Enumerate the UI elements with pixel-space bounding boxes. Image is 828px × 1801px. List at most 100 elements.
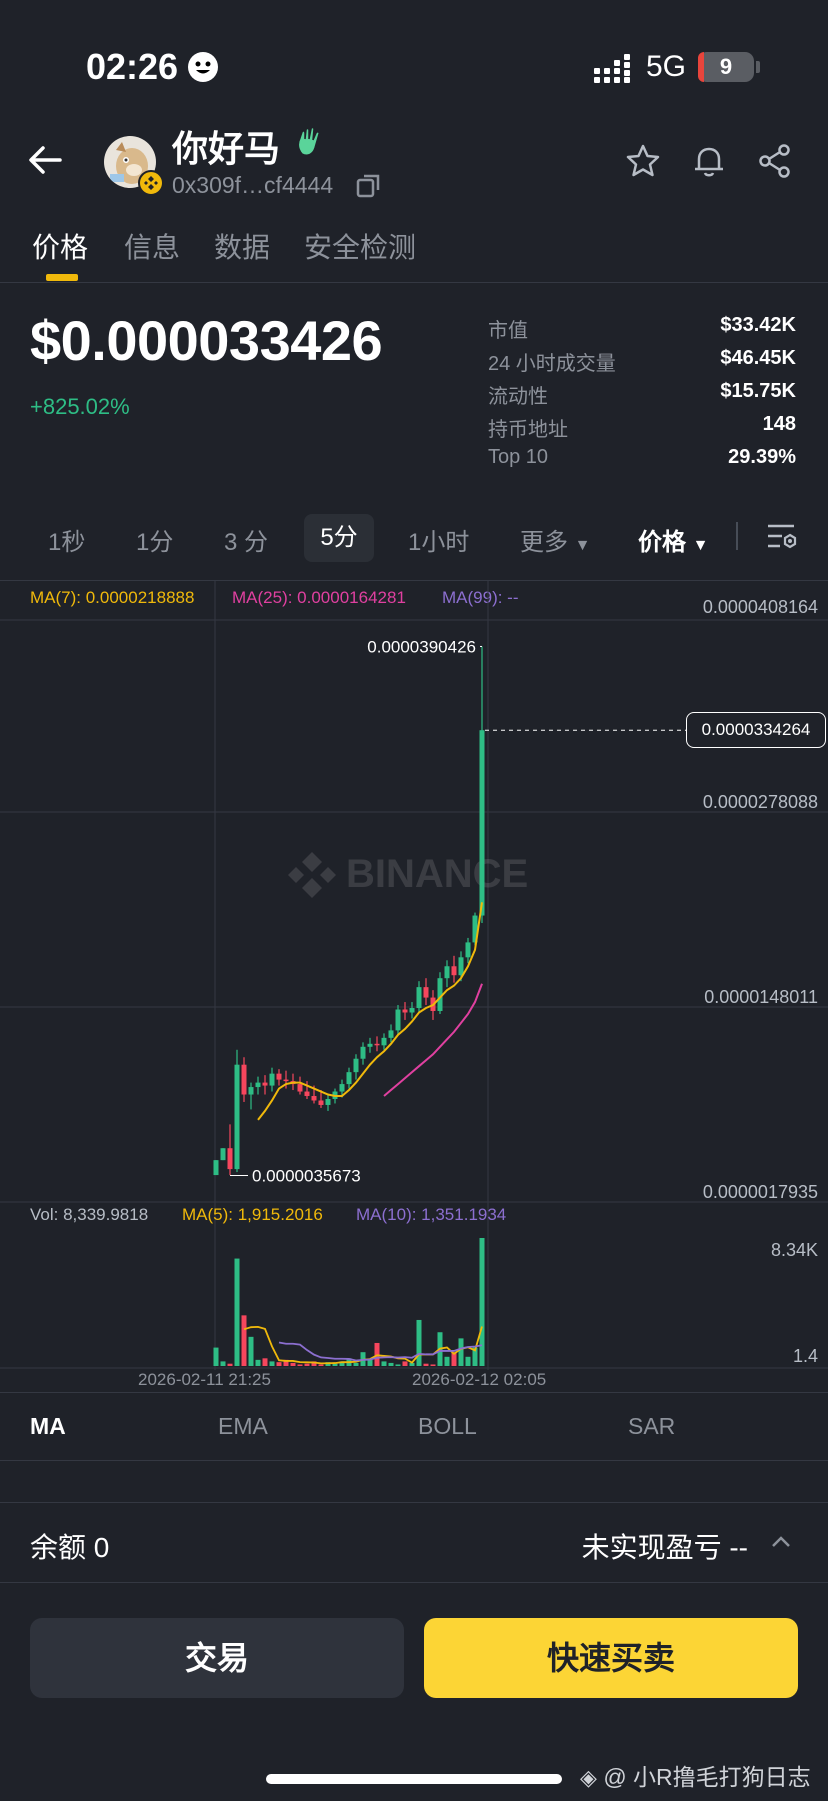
candle-body [416, 987, 422, 1009]
volume-bar [227, 1363, 233, 1366]
volume-bar [332, 1363, 338, 1366]
chevron-down-icon: ▼ [574, 537, 591, 554]
interval-5m[interactable]: 5分 [304, 514, 374, 562]
battery-icon: 9 [698, 52, 754, 82]
y-axis-label-0: 0.0000408164 [702, 597, 818, 617]
indicator-ema[interactable]: EMA [218, 1413, 268, 1440]
candle-body [241, 1064, 247, 1095]
interval-3m[interactable]: 3 分 [224, 522, 268, 557]
smiley-icon [188, 52, 218, 82]
candles-group [213, 646, 485, 1176]
volume-bar [423, 1363, 429, 1366]
price-toggle[interactable]: 价格 ▼ [638, 522, 709, 557]
watermark-caption: ◈ @ 小R撸毛打狗日志 [580, 1758, 811, 1792]
candle-body [402, 1009, 408, 1013]
interval-1m[interactable]: 1分 [136, 522, 173, 557]
chain-badge-icon [138, 170, 164, 196]
indicator-bottom-divider [0, 1460, 828, 1461]
balance-top-divider [0, 1502, 828, 1503]
volume-bar [458, 1338, 464, 1366]
stat-label-volume: 24 小时成交量 [488, 353, 616, 375]
candle-body [395, 1009, 401, 1031]
chart-settings-icon[interactable] [766, 522, 798, 552]
candle-body [458, 957, 464, 976]
volume-axis-bottom: 1.4 [792, 1346, 818, 1366]
stat-value-holders: 148 [762, 413, 796, 435]
volume-bars [213, 1238, 485, 1366]
volume-bar [318, 1364, 324, 1366]
interval-1h[interactable]: 1小时 [408, 522, 469, 557]
candle-body [444, 966, 450, 979]
share-icon[interactable] [756, 142, 794, 180]
volume-axis-top: 8.34K [770, 1240, 818, 1260]
price-change: +825.02% [30, 394, 130, 419]
volume-legend: Vol: 8,339.9818 [30, 1205, 149, 1224]
star-icon[interactable] [624, 142, 662, 180]
volume-ma10-legend: MA(10): 1,351.1934 [356, 1205, 507, 1224]
watermark-text: BINANCE [346, 852, 528, 896]
bell-icon[interactable] [690, 142, 728, 180]
watermark-logo-icon: ◈ [580, 1765, 597, 1790]
candle-body [248, 1087, 254, 1095]
tab-security[interactable]: 安全检测 [304, 226, 416, 266]
candle-body [374, 1043, 380, 1046]
candle-body [220, 1148, 226, 1161]
indicator-ma[interactable]: MA [30, 1413, 66, 1440]
candle-body [311, 1096, 317, 1101]
contract-address: 0x309f…cf4444 [172, 172, 334, 198]
volume-bar [241, 1315, 247, 1366]
volume-bar [255, 1359, 261, 1366]
interval-1s[interactable]: 1秒 [48, 522, 85, 557]
volume-bar [290, 1362, 296, 1366]
trade-button[interactable]: 交易 [30, 1618, 404, 1698]
stat-label-market-cap: 市值 [488, 320, 528, 342]
interval-more[interactable]: 更多 ▼ [520, 522, 591, 557]
token-name: 你好马 [172, 128, 281, 169]
volume-bar [395, 1364, 401, 1366]
candle-body [213, 1160, 219, 1176]
tab-data[interactable]: 数据 [214, 226, 270, 266]
quick-trade-button[interactable]: 快速买卖 [424, 1618, 798, 1698]
candle-body [360, 1046, 366, 1059]
volume-bar [297, 1364, 303, 1366]
indicator-boll[interactable]: BOLL [418, 1413, 477, 1440]
time-label-0: 2026-02-11 21:25 [138, 1370, 271, 1389]
chevron-up-icon[interactable] [770, 1532, 792, 1552]
price-toggle-label: 价格 [638, 529, 686, 556]
volume-bar [304, 1363, 310, 1366]
volume-bar [444, 1356, 450, 1366]
candle-body [325, 1098, 331, 1105]
binance-watermark: BINANCE [288, 852, 528, 898]
y-axis-label-3: 0.0000017935 [702, 1182, 818, 1202]
chart-grid [0, 580, 828, 1370]
home-indicator[interactable] [266, 1774, 562, 1784]
volume-bar [248, 1336, 254, 1366]
candle-body [227, 1148, 233, 1170]
y-axis-label-2: 0.0000148011 [704, 987, 818, 1007]
volume-bar [381, 1361, 387, 1366]
stat-value-liquidity: $15.75K [720, 380, 796, 402]
last-price-label: 0.0000334264 [686, 712, 826, 748]
candle-body [304, 1091, 310, 1097]
candle-body [381, 1037, 387, 1046]
volume-bar [213, 1347, 219, 1366]
low-marker-label: 0.0000035673 [252, 1167, 361, 1186]
time-label-1: 2026-02-12 02:05 [412, 1370, 547, 1389]
tab-info[interactable]: 信息 [124, 226, 180, 266]
stat-value-volume: $46.45K [720, 347, 796, 369]
candle-body [451, 966, 457, 976]
tab-price[interactable]: 价格 [32, 226, 88, 266]
candle-body [346, 1072, 352, 1085]
battery-nub [756, 61, 760, 73]
stat-label-top10: Top 10 [488, 446, 549, 468]
y-axis-label-1: 0.0000278088 [702, 792, 818, 812]
candle-body [255, 1082, 261, 1088]
candle-body [283, 1079, 289, 1082]
status-time: 02:26 [86, 46, 179, 87]
balance-bottom-divider [0, 1582, 828, 1583]
stat-value-market-cap: $33.42K [720, 314, 796, 336]
copy-icon[interactable] [356, 172, 382, 198]
indicator-sar[interactable]: SAR [628, 1413, 675, 1440]
ma7-line [257, 902, 483, 1121]
back-arrow-icon[interactable] [26, 140, 66, 180]
